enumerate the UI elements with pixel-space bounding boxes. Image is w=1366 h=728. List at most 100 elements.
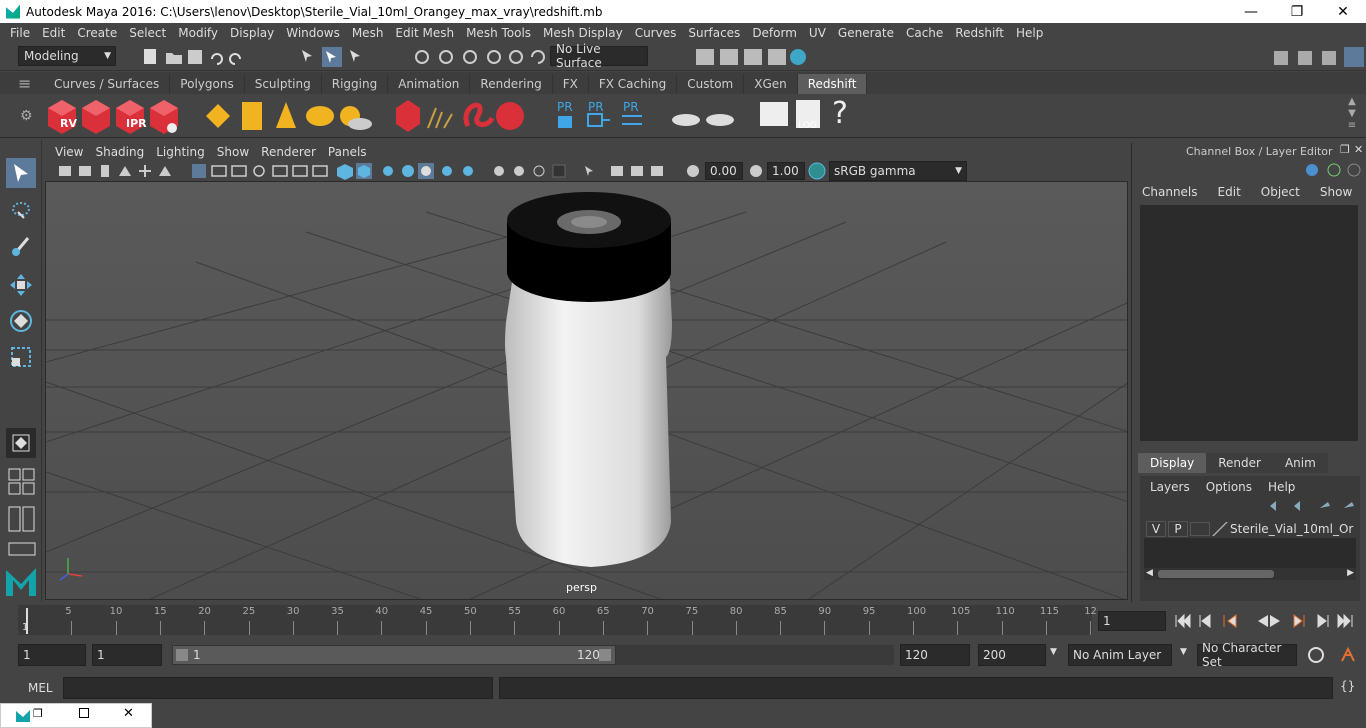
close-button[interactable]: ✕ xyxy=(1320,0,1366,23)
range-slider-bar[interactable]: 1 120 xyxy=(172,645,616,665)
layer-type-toggle[interactable] xyxy=(1190,522,1210,536)
rotate-tool-button[interactable] xyxy=(6,306,36,336)
menu-mesh[interactable]: Mesh xyxy=(346,26,390,40)
vp-menu-panels[interactable]: Panels xyxy=(322,145,373,159)
workspace-dropdown[interactable]: Modeling ▼ xyxy=(18,46,116,66)
script-language-label[interactable]: MEL xyxy=(28,681,53,695)
animation-start-field[interactable]: 1 xyxy=(18,644,86,666)
menu-modify[interactable]: Modify xyxy=(172,26,224,40)
playback-end-field[interactable]: 120 xyxy=(900,644,970,666)
playback-start-field[interactable]: 1 xyxy=(92,644,162,666)
layer-row[interactable]: V P Sterile_Vial_10ml_Orangey xyxy=(1144,520,1356,538)
select-tool-button[interactable] xyxy=(6,158,36,188)
snap-icons-group[interactable] xyxy=(412,47,547,67)
scrollbar-thumb[interactable] xyxy=(1158,570,1274,578)
menu-create[interactable]: Create xyxy=(71,26,123,40)
anim-layer-chevron-icon[interactable]: ▼ xyxy=(1050,647,1057,657)
menu-cache[interactable]: Cache xyxy=(900,26,949,40)
layer-name[interactable]: Sterile_Vial_10ml_Orangey xyxy=(1230,522,1354,536)
layer-menu-options[interactable]: Options xyxy=(1198,480,1260,494)
range-right-icons[interactable] xyxy=(1306,645,1364,665)
layer-menu-layers[interactable]: Layers xyxy=(1144,480,1198,494)
scroll-right-icon[interactable]: ▶ xyxy=(1347,568,1354,578)
menu-select[interactable]: Select xyxy=(123,26,172,40)
viewport-toolbar-icons[interactable] xyxy=(55,162,705,180)
tab-anim[interactable]: Anim xyxy=(1272,453,1328,473)
vp-menu-renderer[interactable]: Renderer xyxy=(255,145,322,159)
render-icons-group[interactable] xyxy=(694,47,814,67)
tab-display[interactable]: Display xyxy=(1138,453,1207,473)
maya-home-button[interactable] xyxy=(4,566,38,598)
animation-end-field[interactable]: 200 xyxy=(978,644,1046,666)
redshift-object-icons[interactable] xyxy=(392,96,532,136)
tab-fx[interactable]: FX xyxy=(553,74,589,94)
layer-list-scrollbar[interactable]: ◀ ▶ xyxy=(1144,568,1356,580)
single-perspective-layout-button[interactable] xyxy=(6,428,36,458)
redshift-render-icons[interactable] xyxy=(44,96,184,136)
menu-uv[interactable]: UV xyxy=(803,26,832,40)
cb-menu-show[interactable]: Show xyxy=(1310,185,1362,199)
four-view-layout-button[interactable] xyxy=(8,468,36,496)
tab-animation[interactable]: Animation xyxy=(388,74,471,94)
color-management-icon[interactable] xyxy=(808,162,826,180)
layer-color-swatch[interactable] xyxy=(1212,522,1228,536)
restore-button[interactable]: ❐ xyxy=(1274,0,1320,23)
playback-controls[interactable] xyxy=(1172,611,1364,631)
restore-window-icon[interactable]: ❐ xyxy=(33,707,43,720)
viewport-canvas[interactable] xyxy=(46,182,1128,600)
range-start-handle[interactable] xyxy=(176,649,188,661)
minimize-button[interactable]: — xyxy=(1228,0,1274,23)
menu-curves[interactable]: Curves xyxy=(629,26,683,40)
tab-curves-surfaces[interactable]: Curves / Surfaces xyxy=(44,74,171,94)
redshift-aov-icons[interactable] xyxy=(668,98,744,134)
tab-fx-caching[interactable]: FX Caching xyxy=(589,74,678,94)
two-view-layout-button[interactable] xyxy=(8,506,36,532)
menu-windows[interactable]: Windows xyxy=(280,26,346,40)
exposure-field[interactable]: 0.00 xyxy=(705,162,743,180)
scroll-left-icon[interactable]: ◀ xyxy=(1146,568,1153,578)
minimized-window[interactable]: ❐ ✕ xyxy=(0,703,152,728)
range-slider-track[interactable] xyxy=(616,645,894,665)
menu-redshift[interactable]: Redshift xyxy=(949,26,1010,40)
shelf-scroll-arrows[interactable]: ▲ ▼ ≡ xyxy=(1344,96,1360,134)
gamma-field[interactable]: 1.00 xyxy=(767,162,805,180)
paint-select-tool-button[interactable] xyxy=(6,232,36,262)
tab-xgen[interactable]: XGen xyxy=(744,74,798,94)
outliner-layout-button[interactable] xyxy=(8,542,36,556)
tab-sculpting[interactable]: Sculpting xyxy=(245,74,322,94)
redshift-tools-icons[interactable] xyxy=(758,98,828,134)
menu-display[interactable]: Display xyxy=(224,26,280,40)
current-frame-field[interactable]: 1 xyxy=(1098,611,1166,631)
live-surface-field[interactable]: No Live Surface xyxy=(550,42,648,70)
menu-edit-mesh[interactable]: Edit Mesh xyxy=(389,26,460,40)
channel-list[interactable] xyxy=(1140,205,1358,441)
redshift-light-icons[interactable] xyxy=(200,96,380,136)
range-end-handle[interactable] xyxy=(599,649,611,661)
gamma-icon[interactable] xyxy=(749,163,763,179)
vp-menu-show[interactable]: Show xyxy=(211,145,255,159)
menu-deform[interactable]: Deform xyxy=(746,26,803,40)
menu-generate[interactable]: Generate xyxy=(832,26,900,40)
color-space-dropdown[interactable]: sRGB gamma ▼ xyxy=(829,161,967,181)
time-ruler[interactable]: 5 10 15 20 25 30 35 40 45 50 55 60 65 70 75 80 85 90 95 100… xyxy=(18,605,1097,635)
help-icon[interactable]: ? xyxy=(832,96,848,131)
close-window-icon[interactable]: ✕ xyxy=(123,706,134,721)
layer-action-icons[interactable] xyxy=(1264,498,1360,514)
tab-custom[interactable]: Custom xyxy=(677,74,745,94)
menu-edit[interactable]: Edit xyxy=(36,26,71,40)
selection-mask-icons[interactable] xyxy=(298,46,368,68)
vp-menu-lighting[interactable]: Lighting xyxy=(150,145,211,159)
character-set-field[interactable]: No Character Set xyxy=(1197,641,1297,669)
tab-polygons[interactable]: Polygons xyxy=(170,74,245,94)
perspective-viewport[interactable]: persp xyxy=(45,181,1128,600)
cb-menu-channels[interactable]: Channels xyxy=(1140,185,1208,199)
tab-render[interactable]: Render xyxy=(1206,453,1273,473)
layer-menu-help[interactable]: Help xyxy=(1260,480,1303,494)
layer-visibility-toggle[interactable]: V xyxy=(1146,521,1166,537)
vp-menu-view[interactable]: View xyxy=(49,145,89,159)
close-panel-icon[interactable]: ✕ xyxy=(1354,143,1363,156)
scale-tool-button[interactable] xyxy=(6,342,36,372)
menu-surfaces[interactable]: Surfaces xyxy=(682,26,746,40)
panel-toggle-icons[interactable] xyxy=(1270,47,1364,67)
layer-playback-toggle[interactable]: P xyxy=(1168,521,1188,537)
